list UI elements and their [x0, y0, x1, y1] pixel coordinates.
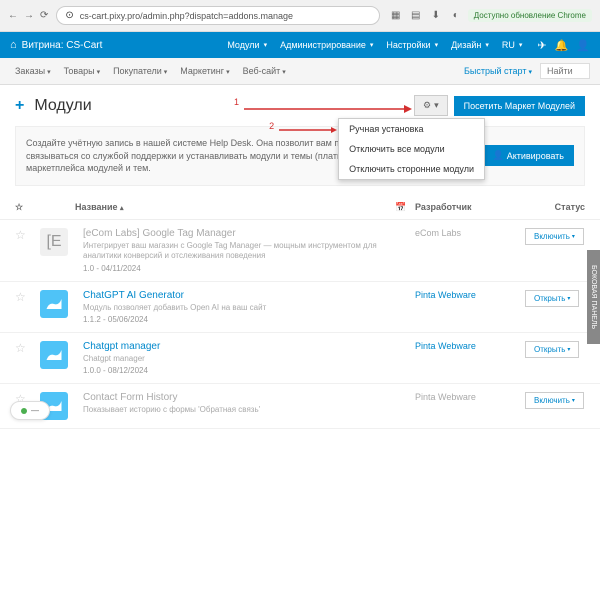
sub-marketing[interactable]: Маркетинг: [175, 64, 234, 78]
sub-customers[interactable]: Покупатели: [108, 64, 172, 78]
favorite-star[interactable]: ☆: [15, 290, 26, 304]
reload-icon[interactable]: ⟳: [40, 10, 48, 21]
sub-products[interactable]: Товары: [59, 64, 105, 78]
browser-bar: ← → ⟳ ⊙ cs-cart.pixy.pro/admin.php?dispa…: [0, 0, 600, 32]
quick-start[interactable]: Быстрый старт: [464, 66, 532, 76]
sub-orders[interactable]: Заказы: [10, 64, 56, 78]
activate-button[interactable]: Активировать: [482, 145, 574, 166]
dropdown-manual-install[interactable]: Ручная установка: [339, 119, 484, 139]
ext-icon[interactable]: ▦: [388, 8, 404, 24]
lock-icon: ⊙: [65, 10, 73, 21]
addon-icon: [40, 341, 68, 369]
search-input[interactable]: [540, 63, 590, 79]
addon-name-link[interactable]: Chatgpt manager: [83, 341, 387, 352]
addon-version: 1.0.0 - 08/12/2024: [83, 366, 387, 375]
add-button[interactable]: +: [15, 97, 24, 115]
addon-version: 1.0 - 04/11/2024: [83, 264, 387, 273]
info-panel: Создайте учётную запись в нашей системе …: [15, 126, 585, 186]
menu-admin[interactable]: Администрирование: [275, 38, 378, 52]
visit-market-button[interactable]: Посетить Маркет Модулей: [454, 96, 585, 116]
col-name[interactable]: Название ▴: [75, 202, 395, 213]
user-icon[interactable]: 👤: [576, 39, 590, 52]
bell-icon[interactable]: 🔔: [555, 39, 569, 52]
table-header: ☆ Название ▴ 📅 Разработчик Статус: [0, 196, 600, 220]
addon-row: ☆ ChatGPT AI Generator Модуль позволяет …: [0, 282, 600, 333]
developer-link[interactable]: Pinta Webware: [415, 392, 476, 402]
page-header: + Модули 1 ⚙▾ Посетить Маркет Модулей 2 …: [0, 85, 600, 126]
url-text: cs-cart.pixy.pro/admin.php?dispatch=addo…: [80, 11, 371, 21]
back-icon[interactable]: ←: [8, 10, 18, 21]
col-developer[interactable]: Разработчик: [415, 202, 525, 213]
developer-link[interactable]: Pinta Webware: [415, 290, 476, 300]
forward-icon[interactable]: →: [24, 10, 34, 21]
star-icon[interactable]: ☆: [15, 202, 23, 212]
plane-icon[interactable]: ✈: [537, 39, 546, 52]
addon-name-link[interactable]: [eCom Labs] Google Tag Manager: [83, 228, 387, 239]
addon-description: Интегрирует ваш магазин с Google Tag Man…: [83, 241, 387, 262]
store-selector[interactable]: Витрина: CS-Cart: [10, 39, 102, 51]
addon-row: ☆ Contact Form History Показывает истори…: [0, 384, 600, 429]
ext-icon[interactable]: ◐: [448, 8, 464, 24]
url-bar[interactable]: ⊙ cs-cart.pixy.pro/admin.php?dispatch=ad…: [56, 6, 379, 25]
addon-icon: [E: [40, 228, 68, 256]
dropdown-disable-all[interactable]: Отключить все модули: [339, 139, 484, 159]
menu-design[interactable]: Дизайн: [446, 38, 494, 52]
top-icons: ✈ 🔔 👤: [537, 39, 590, 52]
menu-settings[interactable]: Настройки: [381, 38, 443, 52]
calendar-icon[interactable]: 📅: [395, 202, 415, 213]
col-status[interactable]: Статус: [525, 202, 585, 213]
gear-dropdown-button[interactable]: ⚙▾: [414, 95, 448, 116]
addon-description: Chatgpt manager: [83, 354, 387, 364]
browser-extensions: ▦ ▤ ⬇ ◐ Доступно обновление Chrome: [388, 8, 592, 24]
sub-nav: Заказы Товары Покупатели Маркетинг Веб-с…: [0, 58, 600, 85]
admin-top-bar: Витрина: CS-Cart Модули Администрировани…: [0, 32, 600, 58]
dropdown-disable-third[interactable]: Отключить сторонние модули: [339, 159, 484, 179]
ext-icon[interactable]: ⬇: [428, 8, 444, 24]
nav-arrows: ← → ⟳: [8, 10, 48, 21]
top-menu: Модули Администрирование Настройки Дизай…: [222, 38, 527, 52]
addon-icon: [40, 290, 68, 318]
menu-modules[interactable]: Модули: [222, 38, 272, 52]
addon-name-link[interactable]: ChatGPT AI Generator: [83, 290, 387, 301]
chrome-update-badge[interactable]: Доступно обновление Chrome: [468, 9, 592, 22]
addon-action-button[interactable]: Открыть: [525, 341, 579, 358]
addon-description: Показывает историю с формы 'Обратная свя…: [83, 405, 387, 415]
addon-row: ☆ Chatgpt manager Chatgpt manager 1.0.0 …: [0, 333, 600, 384]
gear-icon: ⚙: [423, 100, 431, 111]
favorite-star[interactable]: ☆: [15, 341, 26, 355]
page-title: Модули: [34, 97, 91, 115]
menu-lang[interactable]: RU: [497, 38, 528, 52]
sub-website[interactable]: Веб-сайт: [238, 64, 291, 78]
chat-widget[interactable]: —: [10, 401, 50, 420]
developer-link[interactable]: eCom Labs: [415, 228, 461, 238]
addon-action-button[interactable]: Включить: [525, 392, 584, 409]
ext-icon[interactable]: ▤: [408, 8, 424, 24]
addon-name-link[interactable]: Contact Form History: [83, 392, 387, 403]
addon-row: ☆ [E [eCom Labs] Google Tag Manager Инте…: [0, 220, 600, 282]
addon-version: 1.1.2 - 05/06/2024: [83, 315, 387, 324]
gear-dropdown: 2 Ручная установка Отключить все модули …: [338, 118, 485, 180]
addon-action-button[interactable]: Открыть: [525, 290, 579, 307]
addon-action-button[interactable]: Включить: [525, 228, 584, 245]
side-panel-tab[interactable]: БОКОВАЯ ПАНЕЛЬ: [587, 250, 600, 344]
developer-link[interactable]: Pinta Webware: [415, 341, 476, 351]
addon-description: Модуль позволяет добавить Open AI на ваш…: [83, 303, 387, 313]
favorite-star[interactable]: ☆: [15, 228, 26, 242]
